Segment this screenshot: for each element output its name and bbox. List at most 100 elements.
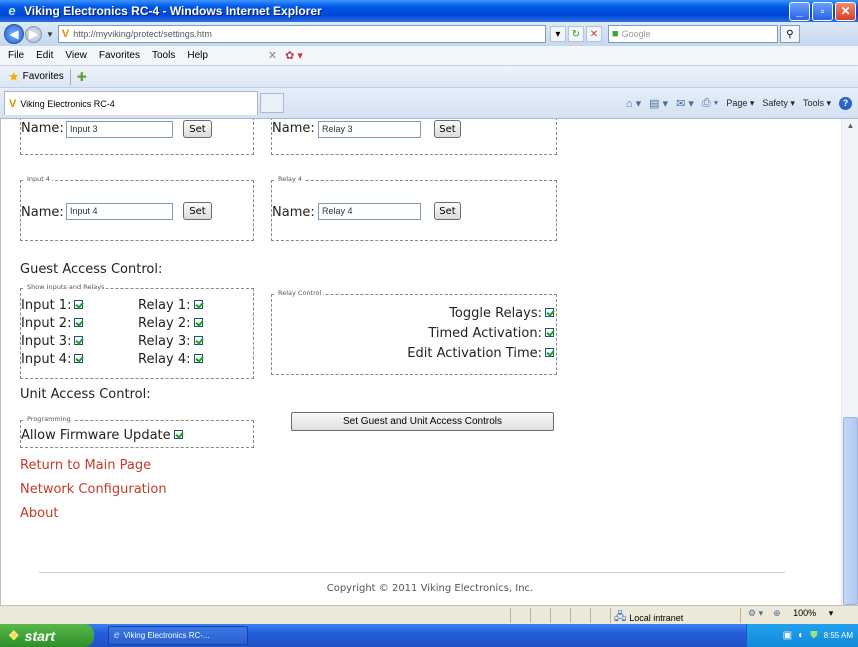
menu-help[interactable]: Help (181, 50, 214, 61)
toggle-relays-checkbox[interactable] (545, 308, 554, 317)
toggle-relays-label: Toggle Relays: (449, 306, 542, 321)
page-viewport: Name: Input 3 Set Name: Relay 3 Set Inpu… (0, 119, 858, 605)
relay-2-checkbox[interactable] (193, 318, 203, 327)
address-dropdown-icon[interactable]: ▾ (549, 26, 566, 42)
protected-mode-icon[interactable]: ⚙ ▾ (748, 608, 763, 619)
input-4-name-field[interactable]: Input 4 (66, 203, 173, 220)
clock: 8:55 AM (823, 631, 853, 640)
forward-button[interactable]: ▶ (25, 25, 42, 43)
minimize-button[interactable]: _ (789, 1, 810, 21)
relay-2-label: Relay 2: (138, 316, 191, 331)
divider (610, 608, 611, 623)
timed-activation-checkbox[interactable] (545, 328, 554, 337)
volume-tray-icon[interactable]: ◐ (798, 630, 804, 641)
tools-menu[interactable]: Tools ▾ (803, 98, 831, 109)
refresh-icon[interactable]: ↻ (567, 26, 584, 42)
input-4-label: Input 4: (21, 352, 72, 367)
relay-3-name-field[interactable]: Relay 3 (318, 121, 421, 138)
relay-1-visibility: Relay 1: (138, 298, 203, 313)
relay-4-checkbox[interactable] (193, 354, 203, 363)
start-label: start (24, 627, 56, 644)
feeds-icon[interactable]: ▤ ▾ (649, 97, 668, 110)
input-3-set-button[interactable]: Set (183, 120, 212, 138)
relay-3-box: Name: Relay 3 Set (271, 119, 557, 155)
divider (510, 608, 511, 623)
set-access-controls-button[interactable]: Set Guest and Unit Access Controls (291, 412, 554, 431)
return-main-page-link[interactable]: Return to Main Page (20, 458, 151, 473)
window-title-bar: e Viking Electronics RC-4 - Windows Inte… (0, 0, 858, 22)
tab-bar: V Viking Electronics RC-4 ⌂ ▾ ▤ ▾ ✉ ▾ ⎙ … (0, 88, 858, 119)
edit-activation-time-checkbox[interactable] (545, 348, 554, 357)
relay-3-label: Relay 3: (138, 334, 191, 349)
search-provider-icon: ■ (611, 28, 619, 40)
ie-task-icon: e (114, 630, 120, 641)
new-tab-button[interactable] (260, 93, 284, 113)
network-tray-icon[interactable]: ▣ (783, 630, 792, 641)
relay-4-name-field[interactable]: Relay 4 (318, 203, 421, 220)
scroll-thumb[interactable] (843, 417, 858, 605)
network-configuration-link[interactable]: Network Configuration (20, 482, 167, 497)
favorites-bar: ★ Favorites ✚ (0, 66, 858, 88)
vertical-scrollbar[interactable]: ▲ (841, 119, 858, 605)
guest-access-heading: Guest Access Control: (20, 262, 163, 277)
search-icon[interactable]: ⚲ (779, 25, 800, 43)
menu-favorites[interactable]: Favorites (93, 50, 146, 61)
input-4-name-label: Name: (21, 205, 64, 220)
back-button[interactable]: ◀ (4, 24, 24, 44)
site-favicon-icon: V (61, 28, 70, 40)
toggle-relays-row: Toggle Relays: (449, 306, 554, 321)
divider (740, 608, 741, 623)
security-tray-icon[interactable]: ⛊ (810, 630, 818, 641)
search-input[interactable]: ■ Google (607, 25, 778, 43)
safety-menu[interactable]: Safety ▾ (762, 98, 795, 109)
page-menu[interactable]: Page ▾ (726, 98, 754, 109)
menu-view[interactable]: View (59, 50, 93, 61)
relay-control-legend: Relay Control (276, 289, 324, 297)
close-toolbar-icon[interactable]: ✕ (268, 49, 277, 62)
history-dropdown-icon[interactable]: ▼ (46, 30, 54, 39)
input-3-checkbox[interactable] (74, 336, 84, 345)
show-inputs-relays-box: Show Inputs and Relays Input 1: Input 2:… (20, 283, 254, 379)
about-link[interactable]: About (20, 506, 58, 521)
relay-3-set-button[interactable]: Set (434, 120, 461, 138)
input-3-visibility: Input 3: (21, 334, 84, 349)
divider (550, 608, 551, 623)
address-input[interactable]: V http://myviking/protect/settings.htm (57, 25, 546, 43)
add-favorite-icon[interactable]: ✚ (77, 70, 87, 84)
favorites-star-icon[interactable]: ★ (8, 69, 20, 85)
stop-icon[interactable]: ✕ (585, 26, 602, 42)
input-1-label: Input 1: (21, 298, 72, 313)
relay-3-name-label: Name: (272, 121, 315, 136)
relay-1-checkbox[interactable] (193, 300, 203, 309)
input-3-name-field[interactable]: Input 3 (66, 121, 173, 138)
menu-file[interactable]: File (0, 50, 30, 61)
input-1-checkbox[interactable] (74, 300, 84, 309)
input-2-checkbox[interactable] (74, 318, 84, 327)
divider (570, 608, 571, 623)
taskbar-item-ie[interactable]: e Viking Electronics RC-... (108, 626, 248, 645)
allow-firmware-checkbox[interactable] (173, 430, 183, 439)
zoom-control[interactable]: ⊕ 100% ▾ (773, 608, 833, 619)
help-icon[interactable]: ? (839, 96, 852, 110)
print-icon[interactable]: ⎙ ▾ (702, 97, 718, 110)
relay-4-set-button[interactable]: Set (434, 202, 461, 220)
mail-icon[interactable]: ✉ ▾ (676, 97, 694, 110)
ie-logo-icon: e (8, 3, 16, 18)
close-button[interactable]: ✕ (835, 1, 856, 21)
menu-edit[interactable]: Edit (30, 50, 59, 61)
scroll-up-icon[interactable]: ▲ (844, 121, 857, 135)
home-icon[interactable]: ⌂ ▾ (626, 97, 641, 110)
menu-tools[interactable]: Tools (146, 50, 181, 61)
input-4-set-button[interactable]: Set (183, 202, 212, 220)
addon-icon[interactable]: ✿ ▾ (285, 49, 303, 62)
favorites-label[interactable]: Favorites (23, 71, 64, 82)
start-button[interactable]: ❖ start (0, 624, 94, 647)
divider (69, 68, 71, 85)
relay-3-checkbox[interactable] (193, 336, 203, 345)
zoom-icon: ⊕ (773, 608, 781, 618)
input-3-name-label: Name: (21, 121, 64, 136)
address-url: http://myviking/protect/settings.htm (73, 29, 212, 39)
input-4-checkbox[interactable] (74, 354, 84, 363)
maximize-button[interactable]: ▫ (812, 1, 833, 21)
tab-viking[interactable]: V Viking Electronics RC-4 (4, 91, 258, 115)
